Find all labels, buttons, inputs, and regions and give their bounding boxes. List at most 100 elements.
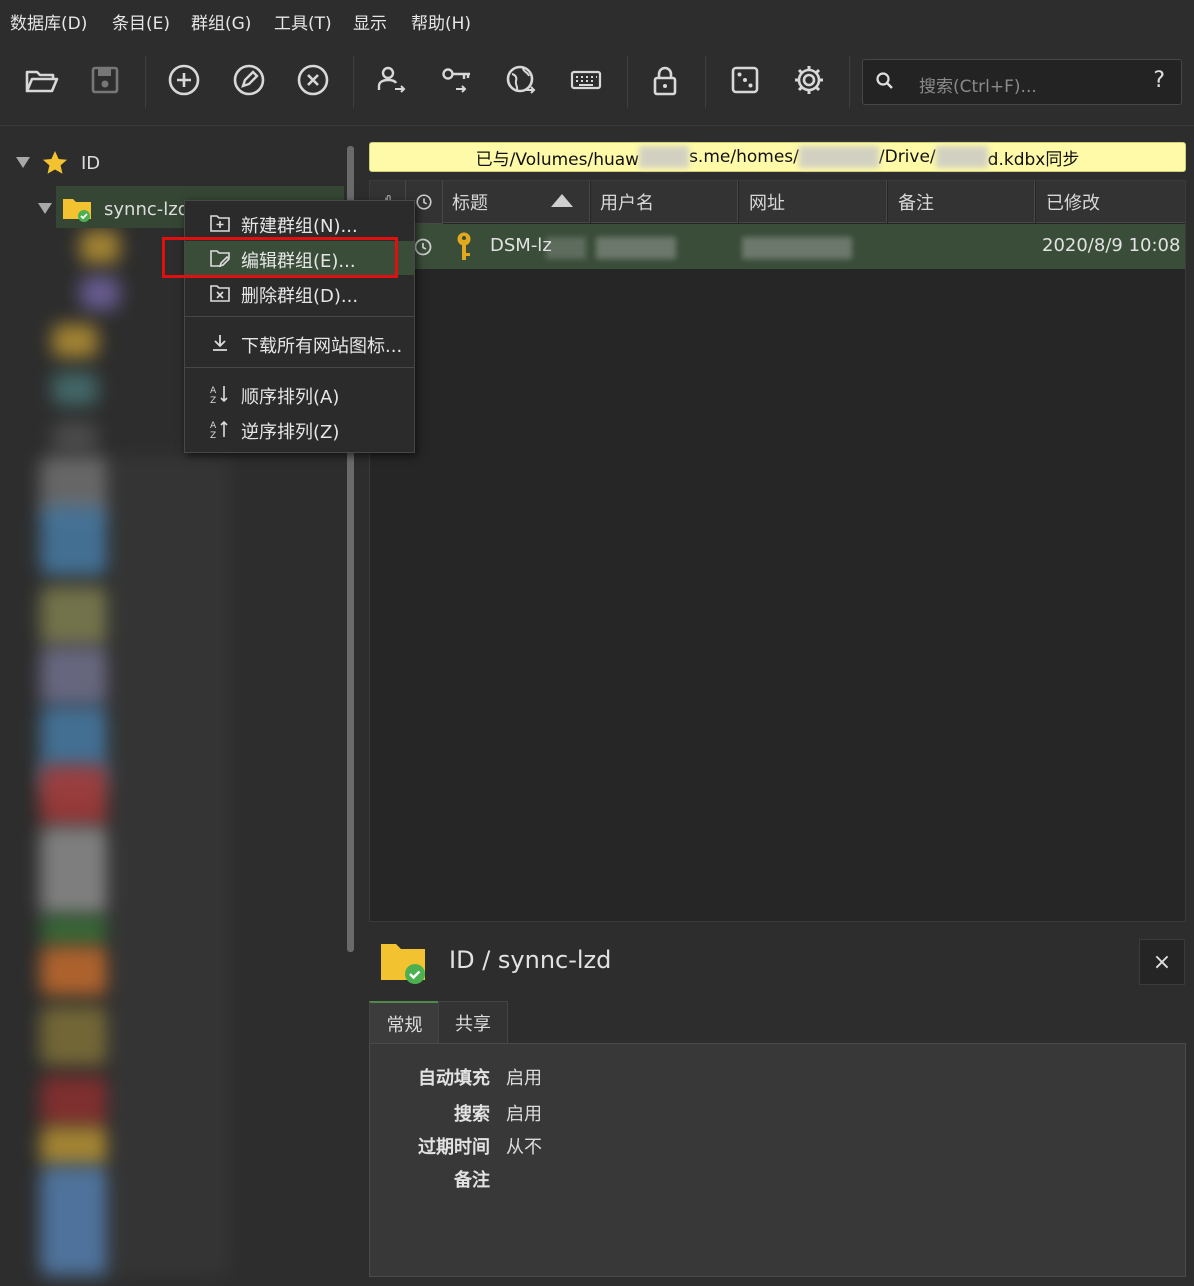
menu-item-label: 删除群组(D)... bbox=[241, 286, 359, 307]
blurred-group-icon bbox=[40, 586, 110, 646]
search-box[interactable]: 搜索(Ctrl+F)... ? bbox=[862, 59, 1182, 105]
add-entry-icon bbox=[168, 64, 200, 96]
entry-table: 标题 用户名 网址 备注 已修改 DSM-lz 2020/8/9 10:08 bbox=[369, 180, 1186, 922]
save-database-button[interactable] bbox=[83, 58, 127, 102]
prop-label-notes: 备注 bbox=[454, 1170, 490, 1191]
save-icon bbox=[91, 66, 119, 94]
chevron-down-icon[interactable] bbox=[38, 203, 52, 215]
prop-label-expiry: 过期时间 bbox=[418, 1137, 490, 1158]
sort-az-ascending-icon: AZ bbox=[210, 386, 228, 405]
autotype-button[interactable] bbox=[564, 58, 608, 102]
open-url-icon bbox=[506, 65, 536, 94]
delete-entry-icon bbox=[297, 64, 329, 96]
delete-entry-button[interactable] bbox=[291, 58, 335, 102]
blurred-group-icon bbox=[40, 1126, 110, 1166]
open-database-button[interactable] bbox=[19, 58, 63, 102]
blurred-group-icon bbox=[40, 916, 110, 946]
menu-item-label: 顺序排列(A) bbox=[241, 387, 340, 408]
menu-item-sort-descending[interactable]: AZ 逆序排列(Z) bbox=[185, 412, 414, 446]
search-help-button[interactable]: ? bbox=[1153, 68, 1165, 93]
add-entry-button[interactable] bbox=[162, 58, 206, 102]
column-header-username[interactable]: 用户名 bbox=[591, 181, 738, 223]
new-folder-icon bbox=[210, 215, 230, 232]
prop-label-autotype: 自动填充 bbox=[418, 1068, 490, 1089]
search-icon bbox=[876, 72, 893, 89]
prop-value-search: 启用 bbox=[506, 1104, 542, 1125]
copy-username-icon bbox=[377, 66, 406, 93]
chevron-down-icon[interactable] bbox=[16, 157, 30, 169]
column-header-title[interactable]: 标题 bbox=[443, 181, 590, 223]
entry-title: DSM-lz bbox=[490, 235, 552, 256]
download-icon bbox=[213, 335, 227, 351]
settings-gear-icon bbox=[795, 66, 823, 94]
blurred-group-icon bbox=[40, 506, 110, 576]
svg-text:A: A bbox=[210, 421, 217, 431]
edit-entry-icon bbox=[233, 64, 265, 96]
synced-folder-icon bbox=[63, 199, 91, 222]
column-header-modified-label: 已修改 bbox=[1046, 192, 1100, 214]
column-header-notes-label: 备注 bbox=[898, 192, 934, 214]
blurred-group-icon bbox=[40, 1076, 110, 1126]
password-generator-dice-icon bbox=[731, 66, 759, 94]
column-header-url-label: 网址 bbox=[749, 192, 785, 214]
menu-view[interactable]: 显示 bbox=[353, 9, 387, 34]
lock-database-button[interactable] bbox=[643, 58, 687, 102]
details-title: ID / synnc-lzd bbox=[449, 946, 612, 974]
redacted-username bbox=[596, 237, 676, 259]
tree-group-label[interactable]: synnc-lzd bbox=[104, 199, 189, 220]
redaction-mask bbox=[546, 237, 586, 259]
svg-text:A: A bbox=[210, 386, 217, 396]
menu-item-download-favicons[interactable]: 下载所有网站图标... bbox=[185, 326, 414, 360]
toolbar-separator bbox=[145, 56, 146, 108]
menu-item-new-group[interactable]: 新建群组(N)... bbox=[185, 206, 414, 240]
column-header-url[interactable]: 网址 bbox=[739, 181, 887, 223]
blurred-group-icon bbox=[52, 372, 98, 406]
sync-status-banner: 已与/Volumes/huaw s.me/homes/ /Drive/d.kdbx同… bbox=[369, 142, 1186, 172]
blurred-group-icon bbox=[40, 826, 110, 916]
star-icon bbox=[43, 151, 67, 174]
menu-entries[interactable]: 条目(E) bbox=[112, 9, 170, 34]
prop-value-expiry: 从不 bbox=[506, 1137, 542, 1158]
highlight-annotation-box bbox=[162, 237, 398, 278]
column-header-notes[interactable]: 备注 bbox=[888, 181, 1035, 223]
edit-entry-button[interactable] bbox=[227, 58, 271, 102]
search-input[interactable]: 搜索(Ctrl+F)... bbox=[919, 72, 1037, 97]
status-text-part: d.kdbx同步 bbox=[987, 149, 1080, 170]
svg-text:Z: Z bbox=[210, 396, 216, 405]
toolbar-separator bbox=[627, 56, 628, 108]
tree-root-label[interactable]: ID bbox=[81, 153, 100, 174]
svg-text:Z: Z bbox=[210, 431, 216, 440]
tab-sharing[interactable]: 共享 bbox=[438, 1001, 508, 1045]
menu-item-label: 下载所有网站图标... bbox=[241, 336, 403, 357]
blurred-group-icon bbox=[80, 230, 120, 264]
menu-item-delete-group[interactable]: 删除群组(D)... bbox=[185, 276, 414, 310]
password-generator-button[interactable] bbox=[723, 58, 767, 102]
copy-password-button[interactable] bbox=[434, 58, 478, 102]
copy-username-button[interactable] bbox=[369, 58, 413, 102]
blurred-group-icon bbox=[52, 324, 98, 358]
column-header-username-label: 用户名 bbox=[600, 192, 654, 214]
menu-database[interactable]: 数据库(D) bbox=[10, 9, 87, 34]
tab-general[interactable]: 常规 bbox=[369, 1001, 440, 1046]
menu-help[interactable]: 帮助(H) bbox=[411, 9, 471, 34]
menu-item-sort-ascending[interactable]: AZ 顺序排列(A) bbox=[185, 377, 414, 411]
entry-modified: 2020/8/9 10:08 bbox=[1042, 235, 1181, 256]
status-text-part: 已与/Volumes/huaw bbox=[475, 149, 640, 170]
toolbar-separator bbox=[849, 56, 850, 108]
settings-button[interactable] bbox=[787, 58, 831, 102]
column-header-modified[interactable]: 已修改 bbox=[1036, 181, 1185, 223]
details-panel: 自动填充 启用 搜索 启用 过期时间 从不 备注 bbox=[369, 1043, 1186, 1277]
status-text-part: /Drive/ bbox=[878, 147, 936, 167]
blurred-group-labels bbox=[110, 456, 230, 1276]
delete-folder-icon bbox=[210, 285, 230, 302]
redaction-mask bbox=[935, 146, 988, 168]
lock-icon bbox=[653, 66, 677, 96]
menu-tools[interactable]: 工具(T) bbox=[274, 9, 332, 34]
open-url-button[interactable] bbox=[499, 58, 543, 102]
blurred-group-icon bbox=[40, 946, 110, 996]
menu-separator bbox=[185, 367, 414, 368]
close-details-button[interactable]: × bbox=[1139, 939, 1185, 985]
redacted-url bbox=[742, 237, 852, 259]
menu-groups[interactable]: 群组(G) bbox=[191, 9, 251, 34]
clock-icon bbox=[414, 238, 432, 256]
